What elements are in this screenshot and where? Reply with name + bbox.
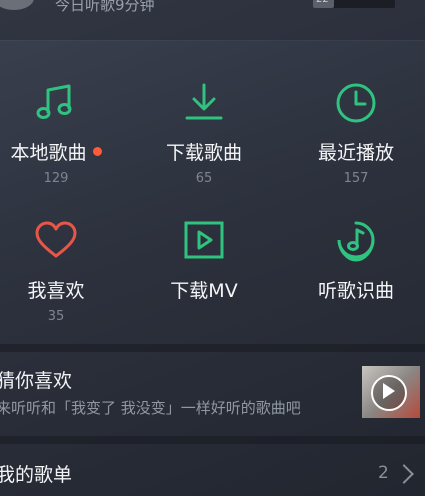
tile-downloaded-mv[interactable]: 下载MV: [134, 218, 274, 309]
chevron-right-icon: [394, 464, 414, 484]
tile-count: 35: [47, 309, 65, 324]
tile-downloaded-songs[interactable]: 下载歌曲 65: [134, 80, 274, 186]
music-note-icon: [36, 84, 72, 119]
tile-label: 本地歌曲: [10, 142, 87, 164]
tile-label: 最近播放: [317, 142, 394, 164]
tile-label: 我喜欢: [27, 280, 85, 302]
tile-label: 下载歌曲: [165, 142, 242, 164]
download-icon: [185, 83, 223, 120]
section-divider: [0, 436, 425, 444]
tile-music-recognition[interactable]: 听歌识曲: [286, 218, 425, 309]
level-progress-bar: 22: [313, 0, 395, 8]
tile-count: 65: [195, 171, 213, 186]
play-triangle-icon: [383, 383, 395, 399]
video-play-icon: [184, 221, 224, 259]
guess-you-like-card[interactable]: 猜你喜欢 来听听和「我变了 我没变」一样好听的歌曲吧: [0, 352, 425, 434]
guess-title: 猜你喜欢: [0, 370, 73, 392]
avatar[interactable]: [0, 0, 34, 10]
music-recognize-icon: [337, 221, 375, 262]
clock-icon: [336, 83, 376, 123]
my-playlists-count: 2: [378, 463, 389, 483]
tile-count: 129: [43, 171, 69, 186]
tile-count: 157: [343, 171, 369, 186]
tile-label: 下载MV: [170, 280, 238, 302]
tile-favorites[interactable]: 我喜欢 35: [0, 218, 126, 324]
listen-time-text: 今日听歌9分钟: [55, 0, 155, 14]
my-playlists-row[interactable]: 我的歌单 2: [0, 446, 425, 496]
section-divider: [0, 344, 425, 352]
recommendation-thumbnail[interactable]: [362, 366, 420, 418]
tile-local-songs[interactable]: 本地歌曲 129: [0, 80, 126, 186]
top-bar: 今日听歌9分钟 22: [0, 0, 425, 40]
tile-label: 听歌识曲: [317, 280, 394, 302]
new-indicator-dot: [92, 147, 102, 156]
my-playlists-title: 我的歌单: [0, 464, 73, 486]
level-value: 22: [316, 0, 329, 5]
guess-subtitle: 来听听和「我变了 我没变」一样好听的歌曲吧: [0, 399, 301, 417]
heart-icon: [35, 221, 77, 258]
tile-recent-plays[interactable]: 最近播放 157: [286, 80, 425, 186]
